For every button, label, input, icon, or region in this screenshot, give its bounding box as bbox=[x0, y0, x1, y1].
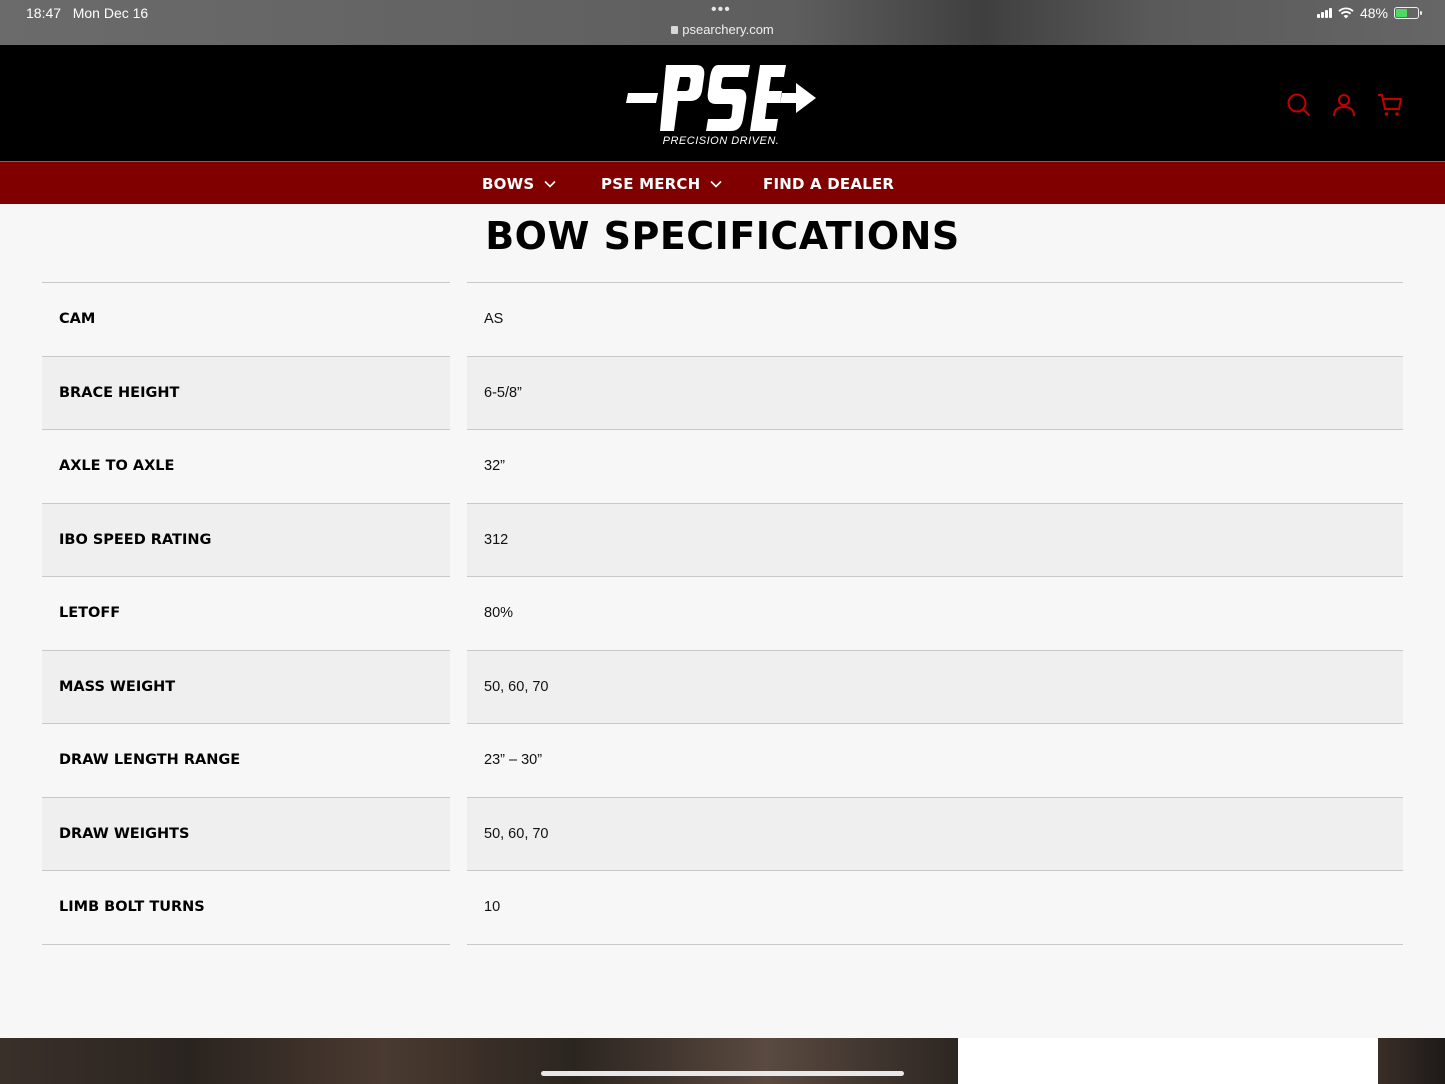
battery-icon bbox=[1394, 7, 1422, 19]
clock-time: 18:47 bbox=[26, 5, 62, 21]
spec-value: 80% bbox=[467, 576, 1403, 650]
logo-tagline: PRECISION DRIVEN. bbox=[662, 135, 780, 147]
spec-value: 50, 60, 70 bbox=[467, 649, 1403, 723]
table-divider bbox=[467, 943, 1403, 945]
address-bar[interactable]: psearchery.com bbox=[0, 22, 1445, 37]
spec-label: LIMB BOLT TURNS bbox=[42, 870, 450, 944]
spec-value: 32” bbox=[467, 429, 1403, 503]
chevron-down-icon bbox=[710, 180, 722, 188]
nav-item-bows[interactable]: BOWS bbox=[482, 175, 556, 193]
nav-item-find-a-dealer[interactable]: FIND A DEALER bbox=[763, 175, 894, 193]
product-photo bbox=[1378, 1038, 1445, 1084]
pse-logo[interactable] bbox=[626, 59, 818, 137]
next-section-preview bbox=[0, 1038, 1445, 1084]
spec-label: DRAW WEIGHTS bbox=[42, 796, 450, 870]
status-indicators: 48% bbox=[1316, 5, 1422, 21]
cellular-signal-icon bbox=[1316, 8, 1332, 18]
product-photo bbox=[0, 1038, 958, 1084]
spec-label: AXLE TO AXLE bbox=[42, 429, 450, 503]
table-row: DRAW WEIGHTS 50, 60, 70 bbox=[42, 796, 1403, 870]
spec-label: BRACE HEIGHT bbox=[42, 355, 450, 429]
spec-value: 50, 60, 70 bbox=[467, 796, 1403, 870]
table-row: BRACE HEIGHT 6-5/8” bbox=[42, 355, 1403, 429]
site-header: PRECISION DRIVEN. bbox=[0, 45, 1445, 161]
nav-item-label: BOWS bbox=[482, 175, 535, 193]
more-dots-icon[interactable]: ••• bbox=[711, 1, 731, 19]
spec-value: 6-5/8” bbox=[467, 355, 1403, 429]
main-nav: BOWS PSE MERCH FIND A DEALER bbox=[0, 161, 1445, 204]
table-row: MASS WEIGHT 50, 60, 70 bbox=[42, 649, 1403, 723]
chevron-down-icon bbox=[544, 180, 556, 188]
nav-item-label: FIND A DEALER bbox=[763, 175, 895, 193]
spec-value: 10 bbox=[467, 870, 1403, 944]
home-indicator[interactable] bbox=[541, 1071, 904, 1076]
content-panel bbox=[958, 1038, 1378, 1084]
table-row: LETOFF 80% bbox=[42, 576, 1403, 650]
lock-icon bbox=[671, 26, 679, 34]
account-icon[interactable] bbox=[1331, 92, 1357, 118]
specs-table: CAM AS BRACE HEIGHT 6-5/8” AXLE TO AXLE … bbox=[42, 282, 1403, 945]
table-row: IBO SPEED RATING 312 bbox=[42, 502, 1403, 576]
table-row: LIMB BOLT TURNS 10 bbox=[42, 870, 1403, 944]
nav-item-pse-merch[interactable]: PSE MERCH bbox=[601, 175, 722, 193]
spec-label: LETOFF bbox=[42, 576, 450, 650]
table-row: AXLE TO AXLE 32” bbox=[42, 429, 1403, 503]
wifi-icon bbox=[1338, 7, 1354, 19]
url-text: psearchery.com bbox=[682, 22, 774, 37]
battery-percent: 48% bbox=[1359, 5, 1388, 21]
clock-date: Mon Dec 16 bbox=[72, 5, 149, 21]
spec-value: AS bbox=[467, 282, 1403, 356]
table-row: CAM AS bbox=[42, 282, 1403, 356]
status-time: 18:47 Mon Dec 16 bbox=[26, 5, 148, 21]
spec-label: MASS WEIGHT bbox=[42, 649, 450, 723]
table-row: DRAW LENGTH RANGE 23” – 30” bbox=[42, 723, 1403, 797]
table-divider bbox=[42, 943, 450, 945]
spec-label: DRAW LENGTH RANGE bbox=[42, 723, 450, 797]
search-icon[interactable] bbox=[1286, 92, 1312, 118]
cart-icon[interactable] bbox=[1377, 92, 1403, 118]
nav-item-label: PSE MERCH bbox=[601, 175, 701, 193]
spec-label: IBO SPEED RATING bbox=[42, 502, 450, 576]
spec-label: CAM bbox=[42, 282, 450, 356]
status-bar: 18:47 Mon Dec 16 ••• psearchery.com 48% bbox=[0, 0, 1445, 45]
page-title: BOW SPECIFICATIONS bbox=[485, 214, 960, 258]
spec-value: 312 bbox=[467, 502, 1403, 576]
spec-value: 23” – 30” bbox=[467, 723, 1403, 797]
